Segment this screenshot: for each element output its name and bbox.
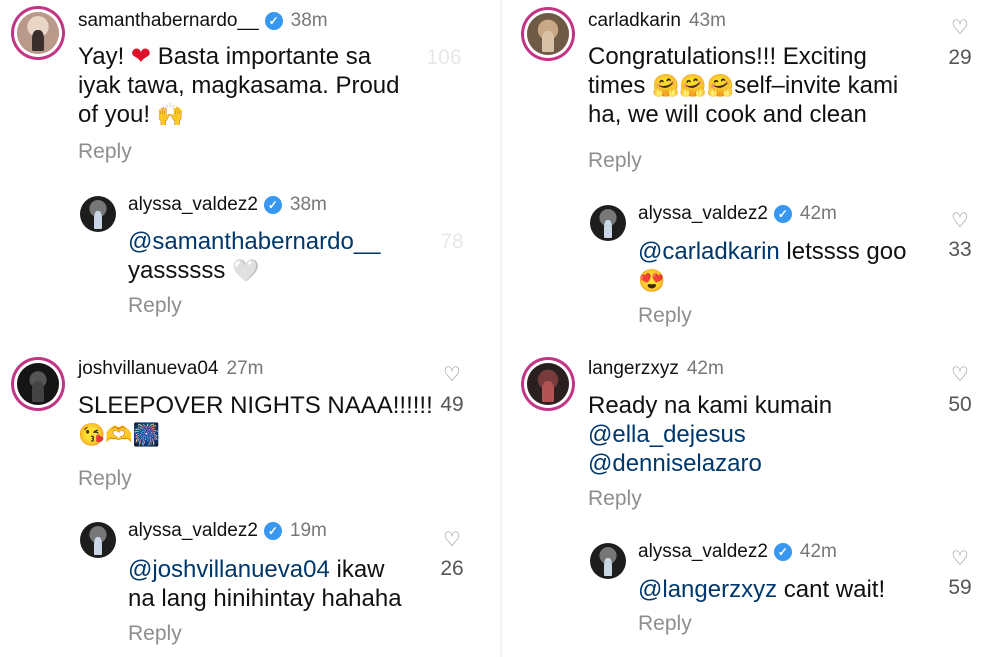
comment-time: 42m — [799, 541, 837, 562]
reply-button[interactable]: Reply — [78, 467, 132, 491]
comment-text: SLEEPOVER NIGHTS NAAA!!!!!! 😘🫶🎆 — [78, 392, 433, 447]
avatar[interactable] — [590, 205, 626, 241]
like-count: 33 — [948, 238, 972, 261]
like-count: 78 — [440, 230, 464, 253]
comment-text: Ready na kami kumain @ella_dejesus @denn… — [588, 392, 833, 477]
heart-outline-icon[interactable]: ♡ — [443, 365, 461, 385]
comment-text: @samanthabernardo__ yassssss 🤍 — [128, 228, 381, 284]
username-link[interactable]: alyssa_valdez2 — [638, 541, 768, 562]
username-link[interactable]: alyssa_valdez2 — [128, 194, 258, 215]
like-count: 29 — [948, 46, 972, 69]
username-link[interactable]: alyssa_valdez2 — [638, 203, 768, 224]
like-count: 106 — [426, 46, 462, 69]
comment-text: Yay! ❤ Basta importante sa iyak tawa, ma… — [78, 43, 400, 128]
mention-link[interactable]: @denniselazaro — [588, 450, 762, 477]
username-link[interactable]: langerzxyz — [588, 358, 679, 379]
comment-time: 38m — [289, 194, 327, 215]
comment-time: 42m — [686, 358, 724, 379]
comment-time: 19m — [289, 520, 327, 541]
column-divider — [500, 0, 502, 657]
avatar[interactable] — [17, 12, 59, 54]
like-count: 49 — [440, 393, 464, 416]
username-link[interactable]: alyssa_valdez2 — [128, 520, 258, 541]
comment-text: @langerzxyz cant wait! — [638, 576, 886, 603]
avatar[interactable] — [590, 543, 626, 579]
mention-link[interactable]: @joshvillanueva04 — [128, 556, 330, 583]
reply-button[interactable]: Reply — [588, 149, 642, 173]
comment-username[interactable]: langerzxyz 42m — [588, 358, 724, 380]
comment-time: 38m — [290, 10, 328, 31]
verified-badge-icon: ✓ — [264, 12, 283, 30]
comment-text: @joshvillanueva04 ikaw na lang hinihinta… — [128, 556, 402, 612]
reply-button[interactable]: Reply — [638, 304, 692, 328]
emoji-group-icon: 😘🫶🎆 — [78, 422, 161, 447]
reply-button[interactable]: Reply — [128, 294, 182, 318]
comment-time: 43m — [688, 10, 726, 31]
avatar[interactable] — [80, 522, 116, 558]
comment-username[interactable]: samanthabernardo__ ✓ 38m — [78, 10, 328, 32]
heart-outline-icon[interactable]: ♡ — [951, 18, 969, 38]
comment-username[interactable]: alyssa_valdez2 ✓ 19m — [128, 520, 327, 542]
reply-button[interactable]: Reply — [638, 612, 692, 636]
like-count: 50 — [948, 393, 972, 416]
username-link[interactable]: samanthabernardo__ — [78, 10, 259, 31]
avatar[interactable] — [80, 196, 116, 232]
hugging-emoji-icon: 🤗🤗🤗 — [652, 73, 735, 98]
heart-outline-icon[interactable]: ♡ — [443, 530, 461, 550]
reply-button[interactable]: Reply — [78, 140, 132, 164]
heart-outline-icon[interactable]: ♡ — [951, 211, 969, 231]
comment-text: Congratulations!!! Exciting times 🤗🤗🤗sel… — [588, 43, 899, 128]
like-count: 26 — [440, 557, 464, 580]
reply-button[interactable]: Reply — [588, 487, 642, 511]
mention-link[interactable]: @langerzxyz — [638, 576, 777, 603]
verified-badge-icon: ✓ — [773, 205, 792, 223]
verified-badge-icon: ✓ — [773, 543, 792, 561]
avatar[interactable] — [527, 13, 569, 55]
verified-badge-icon: ✓ — [263, 196, 282, 214]
white-heart-emoji-icon: 🤍 — [232, 258, 260, 283]
avatar[interactable] — [527, 363, 569, 405]
reply-button[interactable]: Reply — [128, 622, 182, 646]
mention-link[interactable]: @samanthabernardo__ — [128, 228, 381, 255]
comment-username[interactable]: carladkarin 43m — [588, 10, 726, 32]
raised-hands-emoji-icon: 🙌 — [156, 102, 185, 127]
avatar[interactable] — [17, 363, 59, 405]
comment-username[interactable]: alyssa_valdez2 ✓ 38m — [128, 194, 327, 216]
comment-username[interactable]: alyssa_valdez2 ✓ 42m — [638, 541, 837, 563]
username-link[interactable]: joshvillanueva04 — [78, 358, 219, 379]
verified-badge-icon: ✓ — [263, 522, 282, 540]
heart-outline-icon[interactable]: ♡ — [951, 365, 969, 385]
comment-text: @carladkarin letssss goo 😍 — [638, 238, 907, 293]
mention-link[interactable]: @ella_dejesus — [588, 421, 746, 448]
heart-eyes-emoji-icon: 😍 — [638, 268, 666, 293]
comment-time: 27m — [226, 358, 264, 379]
comment-time: 42m — [799, 203, 837, 224]
username-link[interactable]: carladkarin — [588, 10, 681, 31]
comment-username[interactable]: alyssa_valdez2 ✓ 42m — [638, 203, 837, 225]
mention-link[interactable]: @carladkarin — [638, 238, 780, 265]
heart-outline-icon[interactable]: ♡ — [951, 549, 969, 569]
heart-emoji-icon: ❤ — [130, 43, 152, 70]
comment-username[interactable]: joshvillanueva04 27m — [78, 358, 263, 380]
like-count: 59 — [948, 576, 972, 599]
